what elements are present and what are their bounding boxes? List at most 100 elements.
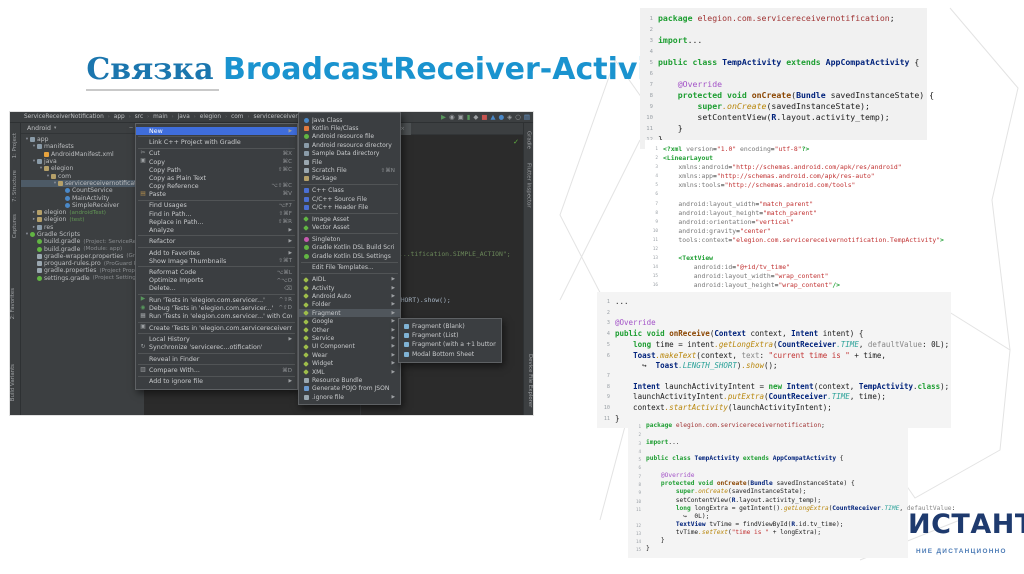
menu-item[interactable]: Resource Bundle (299, 376, 400, 384)
tree-item[interactable]: gradle-wrapper.properties(Grad (21, 253, 144, 260)
menu-item[interactable]: C++ Class (299, 187, 400, 195)
menu-item[interactable]: Add to Favorites▶ (136, 249, 297, 257)
menu-item[interactable]: ▤Paste⌘V (136, 190, 297, 198)
tree-item[interactable]: settings.gradle(Project Settings) (21, 275, 144, 282)
tree-item[interactable]: ▾servicereceivernotification (21, 180, 144, 187)
breadcrumb-item[interactable]: java (178, 114, 190, 120)
tree-item[interactable]: ▸res (21, 224, 144, 231)
menu-item[interactable]: Java Class (299, 116, 400, 124)
menu-item[interactable]: C/C++ Source File (299, 195, 400, 203)
menu-item[interactable]: Sample Data directory (299, 150, 400, 158)
tool-window-button[interactable]: Flutter Inspector (526, 163, 532, 208)
layout-icon[interactable]: ◈ (507, 114, 512, 121)
search-icon[interactable]: ○ (515, 114, 521, 121)
tool-window-button[interactable]: 7: Structure (12, 170, 18, 202)
breadcrumb-item[interactable]: main (153, 114, 167, 120)
menu-item[interactable]: Singleton (299, 235, 400, 243)
menu-item[interactable]: Reveal in Finder (136, 355, 297, 363)
build-icon[interactable]: ▣ (458, 114, 464, 121)
menu-item[interactable]: Copy as Plain Text (136, 174, 297, 182)
tree-item[interactable]: ▾Gradle Scripts (21, 231, 144, 238)
tree-item[interactable]: ▾manifests (21, 143, 144, 150)
menu-item[interactable]: New▶ (136, 127, 297, 135)
collapse-all-icon[interactable]: − (129, 125, 134, 131)
menu-item[interactable]: Fragment (List) (399, 331, 501, 340)
menu-item[interactable]: Link C++ Project with Gradle (136, 138, 297, 146)
breadcrumb-item[interactable]: src (135, 114, 143, 120)
tree-item[interactable]: build.gradle(Module: app) (21, 245, 144, 252)
menu-item[interactable]: Fragment (with a +1 button) (399, 340, 501, 349)
project-view-selector[interactable]: Android (27, 125, 51, 132)
device-icon[interactable]: ▮ (467, 114, 471, 121)
tree-item[interactable]: ▾app (21, 136, 144, 143)
tool-window-button[interactable]: Captures (12, 214, 18, 238)
menu-item[interactable]: Widget▶ (299, 359, 400, 367)
tree-item[interactable]: ▸elegion(androidTest) (21, 209, 144, 216)
menu-item[interactable]: Generate POJO from JSON (299, 385, 400, 393)
tool-window-button[interactable]: Build Variants (10, 364, 20, 401)
tree-item[interactable]: ▸elegion(test) (21, 216, 144, 223)
menu-item[interactable]: Modal Bottom Sheet (399, 350, 501, 359)
menu-item[interactable]: Copy Path⇧⌘C (136, 166, 297, 174)
tool-window-button[interactable]: Device File Explorer (524, 354, 533, 407)
menu-item[interactable]: Google▶ (299, 317, 400, 325)
menu-item[interactable]: .ignore file▶ (299, 393, 400, 401)
menu-item[interactable]: Android resource directory (299, 141, 400, 149)
menu-item[interactable]: Image Asset (299, 215, 400, 223)
breadcrumb-item[interactable]: elegion (200, 114, 221, 120)
tree-item[interactable]: ▾com (21, 172, 144, 179)
menu-item[interactable]: Edit File Templates... (299, 264, 400, 272)
menu-item[interactable]: ▥Compare With...⌘D (136, 366, 297, 374)
menu-item[interactable]: Find in Path...⇧⌘F (136, 210, 297, 218)
avd-icon[interactable]: ● (499, 114, 505, 121)
menu-item[interactable]: Replace in Path...⇧⌘R (136, 218, 297, 226)
menu-item[interactable]: C/C++ Header File (299, 203, 400, 211)
menu-item[interactable]: Copy Reference⌥⇧⌘C (136, 182, 297, 190)
menu-item[interactable]: Optimize Imports^⌥O (136, 277, 297, 285)
menu-item[interactable]: Folder▶ (299, 301, 400, 309)
menu-item[interactable]: AIDL▶ (299, 276, 400, 284)
menu-item[interactable]: Gradle Kotlin DSL Settings (299, 252, 400, 260)
menu-item[interactable]: ✂Cut⌘X (136, 150, 297, 158)
tree-item[interactable]: MainActivity (21, 194, 144, 201)
tree-item[interactable]: ▾java (21, 158, 144, 165)
profile-icon[interactable]: ▲ (491, 114, 496, 121)
menu-item[interactable]: Android resource file (299, 133, 400, 141)
menu-item[interactable]: Android Auto▶ (299, 292, 400, 300)
menu-item[interactable]: Local History▶ (136, 335, 297, 343)
menu-item[interactable]: Package (299, 175, 400, 183)
menu-item[interactable]: Fragment▶ (299, 309, 400, 317)
tree-item[interactable]: CountService (21, 187, 144, 194)
menu-item[interactable]: Activity▶ (299, 284, 400, 292)
menu-item[interactable]: Other▶ (299, 326, 400, 334)
menu-item[interactable]: Refactor▶ (136, 238, 297, 246)
sync-icon[interactable]: ◆ (473, 114, 478, 121)
tree-item[interactable]: AndroidManifest.xml (21, 151, 144, 158)
menu-item[interactable]: ▣Create 'Tests in 'elegion.com.servicere… (136, 324, 297, 332)
menu-item[interactable]: Reformat Code⌥⌘L (136, 269, 297, 277)
menu-item[interactable]: Add to ignore file▶ (136, 378, 297, 386)
menu-item[interactable]: ↻Synchronize 'servicerec...otification' (136, 344, 297, 352)
menu-item[interactable]: Find Usages⌥F7 (136, 202, 297, 210)
menu-item[interactable]: Delete...⌫ (136, 285, 297, 293)
menu-item[interactable]: ▣Copy⌘C (136, 158, 297, 166)
menu-item[interactable]: Kotlin File/Class (299, 124, 400, 132)
menu-item[interactable]: ◉Debug 'Tests in 'elegion.com.servicer..… (136, 304, 297, 312)
menu-item[interactable]: ▶Run 'Tests in 'elegion.com.servicer...'… (136, 296, 297, 304)
attach-icon[interactable]: ◉ (449, 114, 455, 121)
menu-item[interactable]: File (299, 158, 400, 166)
panel-icon[interactable]: ▤ (524, 114, 530, 121)
menu-item[interactable]: Wear▶ (299, 351, 400, 359)
tool-window-button[interactable]: Gradle (526, 131, 532, 149)
run-icon[interactable]: ▶ (441, 114, 446, 121)
menu-item[interactable]: Service▶ (299, 334, 400, 342)
tool-window-button[interactable]: 1: Project (12, 133, 18, 158)
menu-item[interactable]: Show Image Thumbnails⇧⌘T (136, 257, 297, 265)
stop-icon[interactable]: ■ (481, 114, 487, 121)
menu-item[interactable]: Fragment (Blank) (399, 322, 501, 331)
tree-item[interactable]: ▾elegion (21, 165, 144, 172)
menu-item[interactable]: ▦Run 'Tests in 'elegion.com.servicer...'… (136, 313, 297, 321)
tree-item[interactable]: build.gradle(Project: ServiceRece (21, 238, 144, 245)
breadcrumb-item[interactable]: ServiceReceiverNotification (24, 114, 104, 120)
menu-item[interactable]: Scratch File⇧⌘N (299, 166, 400, 174)
